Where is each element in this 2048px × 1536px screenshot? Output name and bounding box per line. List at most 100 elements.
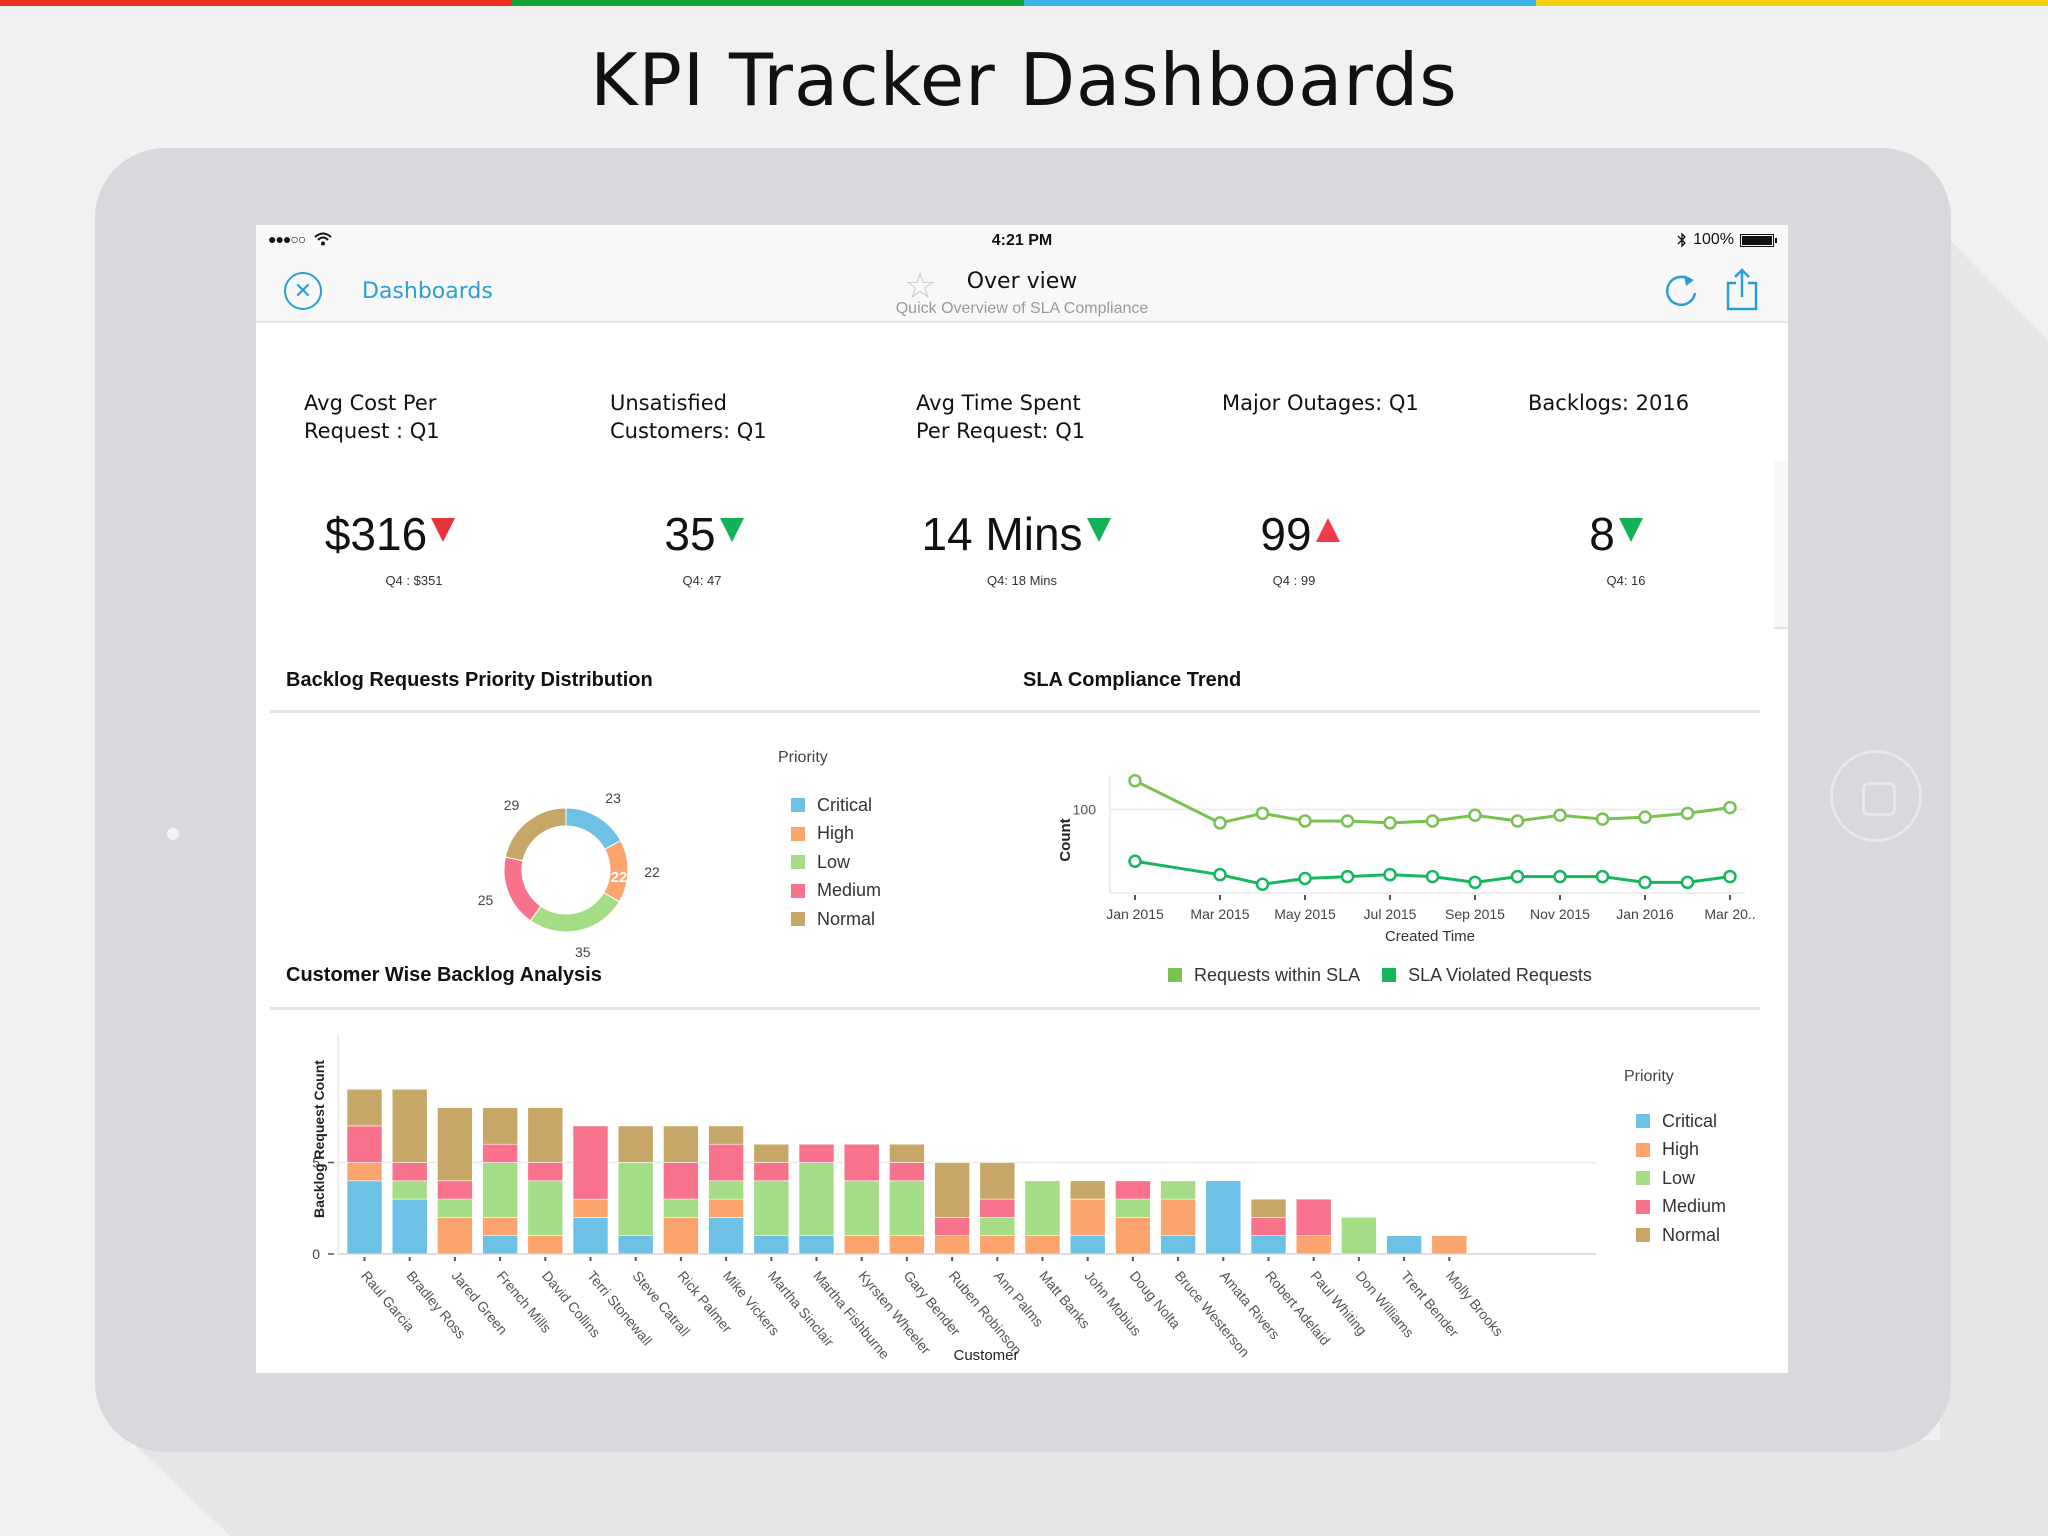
bar-segment-medium: [889, 1162, 925, 1182]
data-point: [1255, 806, 1270, 821]
x-tick-label: Jul 2015: [1364, 906, 1417, 922]
legend-swatch: [791, 883, 805, 898]
legend-item-low[interactable]: Low: [1636, 1164, 1726, 1193]
bar-segment-high: [708, 1198, 744, 1218]
bar-segment-high: [1024, 1235, 1061, 1255]
donut-chart-title: Backlog Requests Priority Distribution: [286, 669, 653, 691]
bar-segment-normal: [527, 1107, 564, 1163]
legend-label: SLA Violated Requests: [1408, 964, 1592, 985]
legend-item-requests-within-sla[interactable]: Requests within SLA: [1168, 961, 1360, 990]
bar-segment-critical: [482, 1235, 518, 1255]
legend-item-medium[interactable]: Medium: [791, 877, 881, 906]
refresh-icon[interactable]: [1662, 271, 1702, 311]
bar-segment-low: [1024, 1180, 1061, 1237]
clock: 4:21 PM: [991, 232, 1053, 249]
bar-segment-medium: [346, 1125, 383, 1163]
data-point: [1680, 875, 1695, 890]
data-point: [1553, 808, 1567, 822]
nav-bar: ✕ Dashboards ☆ Over view Quick Overview …: [256, 257, 1788, 323]
stripe-red: [0, 0, 512, 6]
bar-segment-low: [663, 1198, 699, 1218]
bar-segment-medium: [391, 1162, 428, 1182]
legend-label: High: [1662, 1139, 1700, 1160]
donut-value-label: 35: [575, 944, 591, 960]
bar-chart: 05Backlog Request CountRaul GarciaBradle…: [311, 1035, 1596, 1364]
data-point: [1553, 869, 1567, 884]
share-icon[interactable]: [1724, 267, 1760, 311]
legend-item-normal[interactable]: Normal: [791, 905, 881, 934]
y-tick-label: 100: [1073, 802, 1097, 818]
bar-segment-low: [798, 1162, 835, 1236]
legend-swatch: [791, 912, 805, 927]
donut-value-label: 29: [504, 797, 520, 813]
dashboard-title: Over view: [966, 269, 1078, 294]
bar-segment-medium: [572, 1125, 609, 1200]
legend-item-high[interactable]: High: [1636, 1136, 1726, 1165]
kpi-value: 14 Mins: [921, 508, 1083, 560]
legend-label: Normal: [1662, 1224, 1721, 1245]
line-chart-title: SLA Compliance Trend: [1023, 669, 1242, 691]
kpi-card-backlogs[interactable]: Backlogs: 2016 8 Q4: 16: [1528, 389, 1788, 588]
data-point: [1128, 774, 1142, 788]
kpi-previous: Q4: 16: [1606, 573, 1646, 588]
x-tick-label: Jan 2016: [1616, 906, 1674, 922]
x-axis-label: Created Time: [1385, 928, 1475, 945]
legend-item-low[interactable]: Low: [791, 848, 881, 877]
kpi-value: 99: [1260, 508, 1312, 560]
data-point: [1638, 810, 1652, 824]
kpi-previous: Q4: 47: [682, 573, 722, 588]
home-button[interactable]: [1830, 750, 1922, 842]
bar-segment-medium: [979, 1198, 1016, 1218]
x-tick-label: Sep 2015: [1445, 906, 1505, 922]
data-point: [1510, 814, 1525, 828]
bar-segment-low: [482, 1162, 518, 1218]
donut-chart: 23 22 35 25 29 22: [478, 790, 660, 960]
kpi-previous: Q4: 18 Mins: [986, 573, 1058, 588]
bar-legend: Critical High Low Medium Normal: [1636, 1107, 1726, 1250]
page-headline: KPI Tracker Dashboards: [590, 38, 1458, 122]
legend-swatch: [791, 826, 805, 841]
bar-segment-low: [708, 1180, 744, 1200]
donut-slice-normal: [504, 807, 567, 862]
y-tick-label: 0: [312, 1246, 320, 1262]
bar-segment-normal: [482, 1107, 518, 1145]
bar-segment-critical: [617, 1235, 654, 1255]
kpi-card-avg-cost[interactable]: Avg Cost Per Request : Q1 $316 Q4 : $351: [304, 389, 604, 588]
bar-segment-high: [663, 1217, 699, 1255]
legend-swatch: [1168, 968, 1182, 983]
kpi-card-major-outages[interactable]: Major Outages: Q1 99 Q4 : 99: [1222, 389, 1522, 588]
bar-segment-medium: [753, 1162, 790, 1182]
bar-chart-title: Customer Wise Backlog Analysis: [286, 964, 602, 986]
legend-item-medium[interactable]: Medium: [1636, 1193, 1726, 1222]
bar-segment-critical: [708, 1217, 744, 1255]
bar-segment-low: [391, 1180, 428, 1200]
bar-segment-high: [1160, 1198, 1196, 1237]
kpi-previous: Q4 : 99: [1272, 573, 1316, 588]
section-divider: [270, 1007, 1760, 1010]
kpi-card-avg-time[interactable]: Avg Time Spent Per Request: Q1 14 Mins Q4…: [916, 389, 1216, 588]
bar-segment-low: [1115, 1198, 1151, 1218]
bar-segment-normal: [753, 1143, 790, 1163]
bar-segment-critical: [753, 1235, 790, 1255]
legend-label: Critical: [817, 794, 873, 815]
donut-slice-medium: [503, 856, 542, 922]
legend-item-sla-violated-requests[interactable]: SLA Violated Requests: [1382, 961, 1592, 990]
data-point: [1595, 869, 1610, 884]
legend-item-critical[interactable]: Critical: [1636, 1107, 1726, 1136]
bar-segment-high: [482, 1217, 518, 1236]
bar-segment-critical: [391, 1198, 428, 1255]
bar-segment-medium: [934, 1217, 970, 1236]
kpi-card-unsatisfied-customers[interactable]: Unsatisfied Customers: Q1 35 Q4: 47: [610, 389, 910, 588]
donut-value-label: 25: [478, 892, 494, 908]
battery-icon: [1740, 233, 1777, 247]
legend-item-high[interactable]: High: [791, 820, 881, 849]
bar-segment-high: [934, 1235, 970, 1255]
data-point: [1723, 869, 1737, 884]
legend-item-normal[interactable]: Normal: [1636, 1221, 1726, 1250]
legend-item-critical[interactable]: Critical: [791, 791, 881, 820]
dashboard-subtitle: Quick Overview of SLA Compliance: [895, 300, 1149, 317]
legend-swatch: [1636, 1142, 1650, 1157]
donut-legend-title: Priority: [778, 749, 828, 766]
bar-segment-medium: [798, 1143, 835, 1163]
line-chart: 100Count Jan 2015 Mar 2015 May 2015 Jul 2015…: [1057, 774, 1756, 945]
